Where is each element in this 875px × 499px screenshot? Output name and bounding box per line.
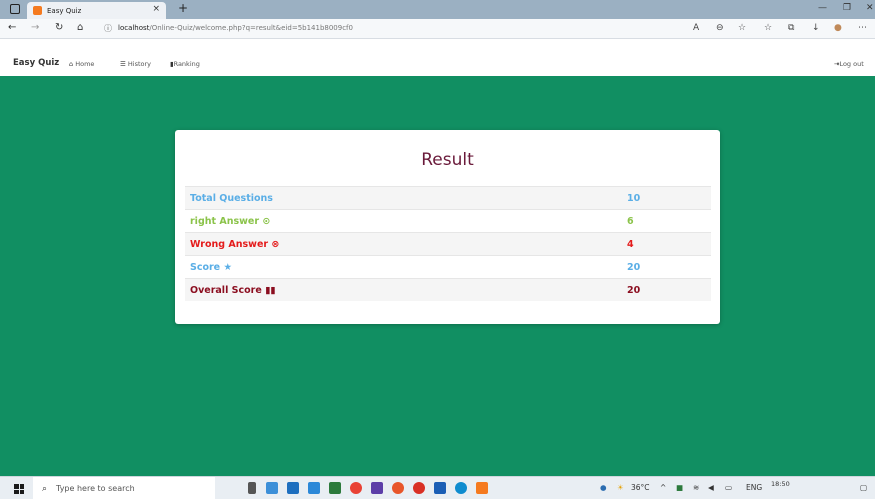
weather-icon: ☀ — [617, 483, 624, 492]
score-text: Score — [190, 261, 221, 273]
wrong-answer-text: Wrong Answer — [190, 238, 269, 250]
new-tab-button[interactable]: + — [178, 1, 188, 15]
word-icon[interactable] — [434, 482, 446, 494]
favicon-icon — [33, 6, 42, 15]
chrome-icon[interactable] — [413, 482, 425, 494]
back-icon[interactable]: ← — [8, 22, 16, 33]
favorites-icon[interactable]: ☆ — [764, 23, 772, 33]
browser-tab[interactable]: Easy Quiz × — [27, 2, 166, 19]
nav-ranking-label: Ranking — [173, 60, 200, 68]
tab-title: Easy Quiz — [47, 6, 82, 15]
url-host: localhost — [118, 24, 150, 32]
language-indicator[interactable]: ENG — [746, 483, 762, 492]
brand-logo[interactable]: Easy Quiz — [13, 58, 59, 68]
task-view-icon[interactable] — [248, 482, 256, 494]
browser-tab-strip: Easy Quiz × + — ❐ ✕ — [0, 0, 875, 19]
result-row: Score ★ 20 — [185, 255, 711, 278]
tab-close-icon[interactable]: × — [152, 4, 160, 14]
check-circle-icon: ⊙ — [262, 215, 271, 227]
site-navbar-container: Easy Quiz ⌂ Home ☰ History ▮Ranking ⇥Log… — [0, 39, 875, 76]
bar-chart-icon: ▮▮ — [265, 284, 276, 296]
taskbar-search-box[interactable]: ⌕ Type here to search — [33, 477, 215, 499]
weather-temp[interactable]: 36°C — [631, 483, 650, 492]
result-row: Total Questions 10 — [185, 186, 711, 209]
right-answer-label: right Answer ⊙ — [190, 216, 270, 227]
tray-app-icon[interactable]: ● — [600, 483, 607, 492]
address-bar-row: ← → ↻ ⌂ ⓘ localhost/Online-Quiz/welcome.… — [0, 19, 875, 39]
total-questions-label: Total Questions — [190, 192, 273, 204]
nav-home-label: Home — [75, 60, 95, 68]
forward-icon[interactable]: → — [31, 22, 39, 33]
info-icon[interactable]: ⓘ — [104, 23, 112, 34]
firefox-icon[interactable] — [392, 482, 404, 494]
search-placeholder: Type here to search — [56, 484, 135, 493]
chrome-icon[interactable] — [350, 482, 362, 494]
result-row: right Answer ⊙ 6 — [185, 209, 711, 232]
volume-icon[interactable]: ◀ — [708, 483, 714, 492]
x-circle-icon: ⊗ — [271, 238, 280, 250]
reload-icon[interactable]: ↻ — [55, 22, 63, 33]
result-row: Overall Score ▮▮ 20 — [185, 278, 711, 301]
close-window-icon[interactable]: ✕ — [866, 3, 874, 13]
restore-icon[interactable]: ❐ — [843, 3, 851, 13]
tab-actions-icon[interactable] — [10, 4, 20, 14]
app-icon[interactable] — [266, 482, 278, 494]
nav-history-label: History — [127, 60, 152, 68]
edge-icon[interactable] — [455, 482, 467, 494]
total-questions-value: 10 — [627, 192, 641, 204]
list-icon: ☰ — [120, 60, 126, 68]
windows-start-icon[interactable] — [14, 484, 24, 494]
app-icon[interactable] — [308, 482, 320, 494]
home-icon[interactable]: ⌂ — [77, 22, 83, 33]
wrong-answer-label: Wrong Answer ⊗ — [190, 239, 279, 250]
overall-score-text: Overall Score — [190, 284, 262, 296]
more-icon[interactable]: ⋯ — [858, 23, 867, 33]
app-icon[interactable] — [287, 482, 299, 494]
app-icon[interactable] — [476, 482, 488, 494]
wrong-answer-value: 4 — [627, 238, 634, 250]
nav-home[interactable]: ⌂ Home — [69, 60, 94, 68]
zoom-icon[interactable]: ⊖ — [716, 23, 724, 33]
nav-logout[interactable]: ⇥Log out — [834, 60, 864, 68]
minimize-icon[interactable]: — — [818, 3, 827, 13]
chevron-up-icon[interactable]: ^ — [660, 483, 666, 492]
home-nav-icon: ⌂ — [69, 60, 74, 68]
score-value: 20 — [627, 261, 641, 273]
tray-app-icon[interactable]: ■ — [676, 483, 683, 492]
clock-time[interactable]: 18:50 — [771, 480, 790, 488]
read-aloud-icon[interactable]: A — [693, 23, 699, 33]
downloads-icon[interactable]: ↓ — [812, 23, 820, 33]
notifications-icon[interactable]: ▢ — [860, 483, 867, 492]
app-icon[interactable] — [371, 482, 383, 494]
app-icon[interactable] — [329, 482, 341, 494]
search-icon: ⌕ — [42, 483, 48, 494]
right-answer-text: right Answer — [190, 215, 260, 227]
taskbar: ⌕ Type here to search ● ☀ 36°C ^ ■ ≋ ◀ ▭… — [0, 476, 875, 499]
right-answer-value: 6 — [627, 215, 634, 227]
star-icon: ★ — [223, 261, 232, 273]
nav-logout-label: Log out — [839, 60, 864, 68]
collections-icon[interactable]: ⧉ — [788, 23, 794, 33]
result-row: Wrong Answer ⊗ 4 — [185, 232, 711, 255]
wifi-icon[interactable]: ≋ — [693, 483, 699, 492]
favorite-icon[interactable]: ☆ — [738, 23, 746, 33]
score-label: Score ★ — [190, 262, 232, 273]
nav-ranking[interactable]: ▮Ranking — [170, 60, 200, 68]
keyboard-icon[interactable]: ▭ — [725, 483, 732, 492]
result-panel: Result Total Questions 10 right Answer ⊙… — [175, 130, 720, 324]
url-path: /Online-Quiz/welcome.php?q=result&eid=5b… — [149, 24, 353, 32]
nav-history[interactable]: ☰ History — [120, 60, 151, 68]
result-title: Result — [421, 150, 474, 170]
url-field[interactable]: localhost/Online-Quiz/welcome.php?q=resu… — [118, 24, 353, 32]
overall-score-label: Overall Score ▮▮ — [190, 285, 276, 296]
overall-score-value: 20 — [627, 284, 641, 296]
profile-icon[interactable]: ● — [834, 23, 842, 33]
